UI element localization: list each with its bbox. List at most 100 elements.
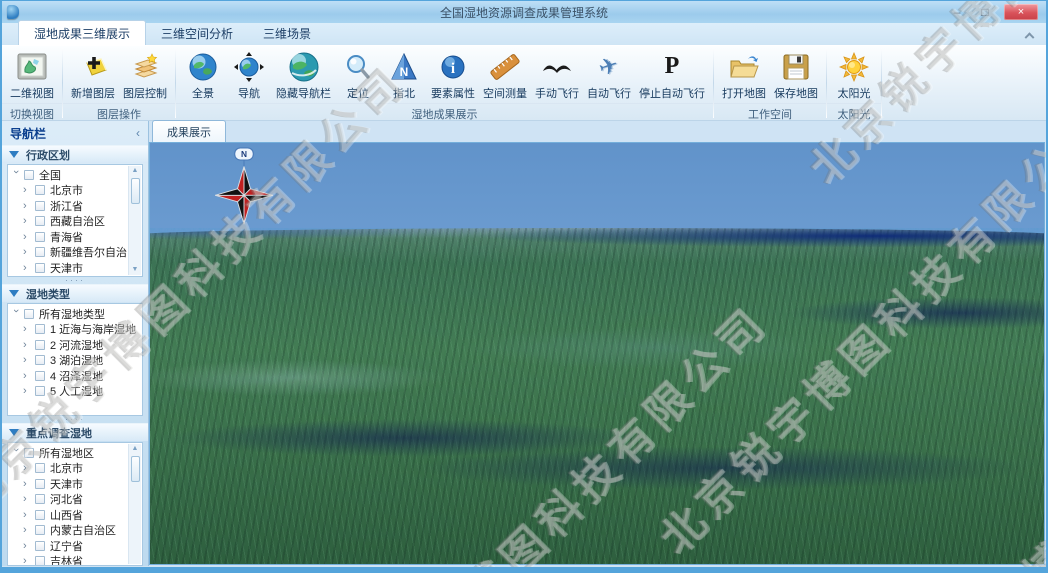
tree-item-national[interactable]: › 全国 (8, 167, 142, 183)
spatial-measure-button[interactable]: 空间测量 (479, 49, 531, 103)
tree-item-lake-wetland[interactable]: › 3 湖泊湿地 (8, 353, 142, 369)
checkbox[interactable] (35, 201, 45, 211)
stop-auto-flight-button[interactable]: P 停止自动飞行 (635, 49, 709, 103)
expander-icon[interactable]: › (23, 479, 33, 489)
open-map-button[interactable]: 打开地图 (718, 49, 770, 103)
checkbox[interactable] (35, 247, 45, 257)
manual-flight-button[interactable]: 手动飞行 (531, 49, 583, 103)
expander-icon[interactable]: › (11, 448, 21, 458)
expander-icon[interactable]: › (23, 263, 33, 273)
expander-icon[interactable]: › (23, 525, 33, 535)
expander-icon[interactable]: › (23, 541, 33, 551)
tree-item-coastal-wetland[interactable]: › 1 近海与海岸湿地 (8, 322, 142, 338)
sidebar-collapse-icon[interactable]: ‹ (136, 126, 140, 140)
tree-item-qinghai[interactable]: › 青海省 (8, 229, 142, 245)
hide-navbar-button[interactable]: 隐藏导航栏 (272, 49, 335, 103)
checkbox[interactable] (24, 170, 34, 180)
tree-item-artificial-wetland[interactable]: › 5 人工湿地 (8, 384, 142, 400)
tree-scrollbar[interactable]: ▲ ▼ (128, 166, 141, 275)
auto-flight-button[interactable]: ✈ 自动飞行 (583, 49, 635, 103)
expander-icon[interactable]: › (23, 216, 33, 226)
checkbox[interactable] (35, 479, 45, 489)
tree-item-ningxia[interactable]: › 宁夏回族自治区 (8, 276, 142, 278)
compass-rose[interactable]: N (208, 147, 280, 225)
expander-icon[interactable]: › (23, 463, 33, 473)
checkbox[interactable] (35, 324, 45, 334)
tree-item-shanxi[interactable]: › 山西省 (8, 507, 142, 523)
tree-scrollbar[interactable]: ▲ (128, 444, 141, 564)
scroll-thumb[interactable] (131, 456, 140, 482)
expander-icon[interactable]: › (23, 201, 33, 211)
expander-icon[interactable]: › (23, 355, 33, 365)
expander-icon[interactable]: › (23, 185, 33, 195)
close-button[interactable]: × (1004, 4, 1038, 20)
tab-3d-scene[interactable]: 三维场景 (248, 21, 326, 45)
locate-button[interactable]: 定位 (335, 49, 381, 103)
north-arrow-button[interactable]: N 指北 (381, 49, 427, 103)
tab-results-display[interactable]: 成果展示 (152, 120, 226, 142)
tree-item-inner-mongolia[interactable]: › 内蒙古自治区 (8, 523, 142, 539)
scroll-up-icon[interactable]: ▲ (132, 444, 139, 454)
tree-item-jilin[interactable]: › 吉林省 (8, 554, 142, 567)
full-view-button[interactable]: 全景 (180, 49, 226, 103)
tree-item-all-wetland-types[interactable]: › 所有湿地类型 (8, 306, 142, 322)
checkbox[interactable] (35, 232, 45, 242)
tree-item-liaoning[interactable]: › 辽宁省 (8, 538, 142, 554)
expander-icon[interactable]: › (23, 247, 33, 257)
save-map-button[interactable]: 保存地图 (770, 49, 822, 103)
tree-item-tianjin[interactable]: › 天津市 (8, 260, 142, 276)
tree-item-tibet[interactable]: › 西藏自治区 (8, 214, 142, 230)
maximize-button[interactable]: □ (976, 5, 994, 19)
tree-item-river-wetland[interactable]: › 2 河流湿地 (8, 337, 142, 353)
add-layer-button[interactable]: 新增图层 (67, 49, 119, 103)
checkbox[interactable] (35, 263, 45, 273)
checkbox[interactable] (35, 510, 45, 520)
tree-item-zhejiang[interactable]: › 浙江省 (8, 198, 142, 214)
tree-item-beijing2[interactable]: › 北京市 (8, 461, 142, 477)
checkbox[interactable] (35, 340, 45, 350)
expander-icon[interactable]: › (23, 494, 33, 504)
checkbox[interactable] (24, 448, 34, 458)
ribbon-collapse-icon[interactable] (1026, 31, 1038, 41)
tree-item-tianjin2[interactable]: › 天津市 (8, 476, 142, 492)
expander-icon[interactable]: › (23, 340, 33, 350)
section-header-wetland-types[interactable]: 湿地类型 (2, 284, 148, 302)
scroll-up-icon[interactable]: ▲ (132, 166, 139, 176)
checkbox[interactable] (35, 185, 45, 195)
expander-icon[interactable]: › (23, 510, 33, 520)
expander-icon[interactable]: › (23, 371, 33, 381)
checkbox[interactable] (35, 556, 45, 566)
tree-item-all-wetland-areas[interactable]: › 所有湿地区 (8, 445, 142, 461)
expander-icon[interactable]: › (11, 309, 21, 319)
scroll-down-icon[interactable]: ▼ (132, 265, 139, 275)
checkbox[interactable] (35, 371, 45, 381)
section-header-key-wetlands[interactable]: 重点调查湿地 (2, 423, 148, 441)
checkbox[interactable] (35, 386, 45, 396)
map-3d-viewport[interactable]: N (149, 142, 1045, 565)
sunlight-button[interactable]: 太阳光 (831, 49, 877, 103)
checkbox[interactable] (35, 494, 45, 504)
checkbox[interactable] (35, 525, 45, 535)
checkbox[interactable] (35, 216, 45, 226)
expander-icon[interactable]: › (23, 556, 33, 566)
expander-icon[interactable]: › (23, 386, 33, 396)
expander-icon[interactable]: › (23, 324, 33, 334)
tree-item-xinjiang[interactable]: › 新疆维吾尔自治区 (8, 245, 142, 261)
minimize-button[interactable]: – (948, 5, 966, 19)
tree-item-beijing[interactable]: › 北京市 (8, 183, 142, 199)
checkbox[interactable] (35, 355, 45, 365)
tab-3d-spatial-analysis[interactable]: 三维空间分析 (146, 21, 248, 45)
layer-control-button[interactable]: 图层控制 (119, 49, 171, 103)
tab-wetland-3d-display[interactable]: 湿地成果三维展示 (18, 20, 146, 45)
expander-icon[interactable]: › (11, 170, 21, 180)
section-header-admin-regions[interactable]: 行政区划 (2, 145, 148, 163)
scroll-thumb[interactable] (131, 178, 140, 204)
expander-icon[interactable]: › (23, 232, 33, 242)
checkbox[interactable] (24, 309, 34, 319)
tree-item-hebei[interactable]: › 河北省 (8, 492, 142, 508)
navigate-button[interactable]: 导航 (226, 49, 272, 103)
feature-attributes-button[interactable]: i 要素属性 (427, 49, 479, 103)
checkbox[interactable] (35, 541, 45, 551)
tree-item-marsh-wetland[interactable]: › 4 沼泽湿地 (8, 368, 142, 384)
checkbox[interactable] (35, 463, 45, 473)
